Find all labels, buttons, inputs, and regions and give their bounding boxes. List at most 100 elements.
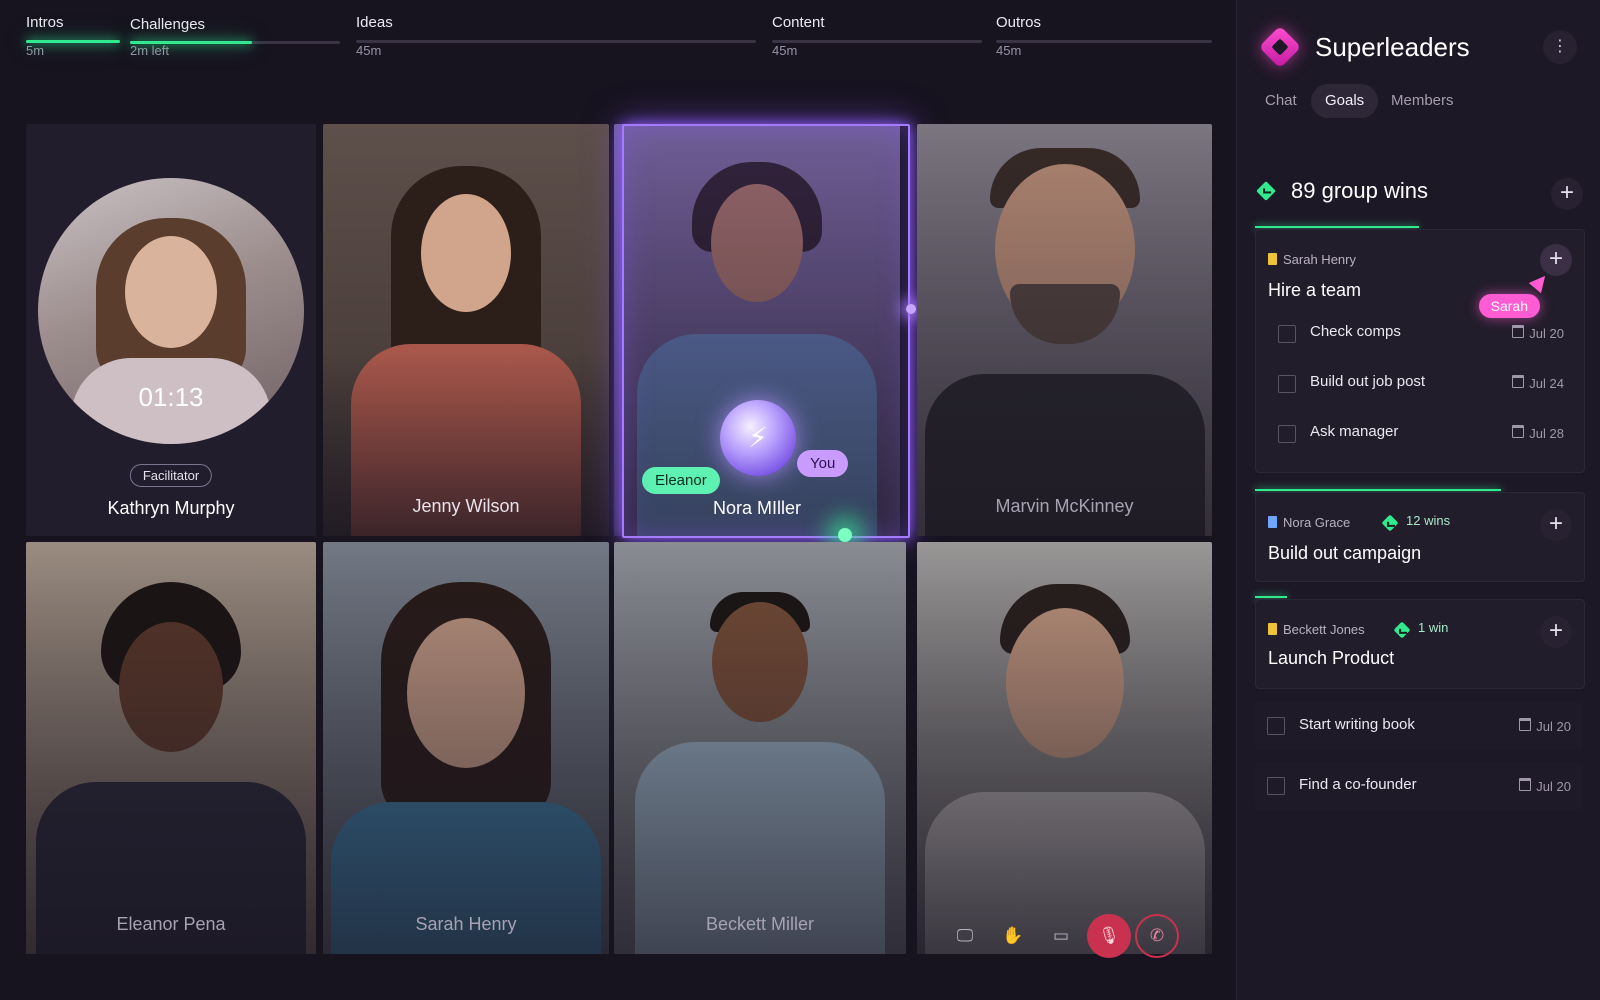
agenda-track bbox=[996, 40, 1212, 43]
agenda-segment-intros[interactable]: Intros 5m bbox=[26, 14, 120, 58]
task-date-text: Jul 28 bbox=[1529, 426, 1564, 441]
agenda-track bbox=[26, 40, 120, 43]
check-diamond-icon bbox=[1256, 181, 1276, 201]
tile-shade bbox=[917, 124, 1212, 536]
video-toggle-button[interactable]: ▭ bbox=[1039, 914, 1083, 958]
goal-progress-bar bbox=[1255, 226, 1419, 228]
task-label: Ask manager bbox=[1310, 423, 1399, 440]
mic-muted-icon: 🎙 bbox=[1098, 926, 1120, 945]
video-tile-eleanor[interactable]: Eleanor Pena bbox=[26, 542, 316, 954]
task-date: Jul 28 bbox=[1512, 425, 1564, 441]
task-checkbox[interactable] bbox=[1267, 717, 1285, 735]
task-label: Start writing book bbox=[1299, 716, 1415, 733]
add-task-button[interactable]: + bbox=[1540, 616, 1572, 648]
video-tile-sarah[interactable]: Sarah Henry bbox=[323, 542, 609, 954]
video-tile-jenny[interactable]: Jenny Wilson bbox=[323, 124, 609, 536]
task-checkbox[interactable] bbox=[1278, 425, 1296, 443]
calendar-icon bbox=[1512, 325, 1525, 338]
goal-owner-name: Beckett Jones bbox=[1283, 622, 1365, 637]
facilitator-face bbox=[125, 236, 217, 348]
agenda-segment-challenges[interactable]: Challenges 2m left bbox=[130, 14, 340, 58]
more-menu-button[interactable]: ⋮ bbox=[1543, 30, 1577, 64]
mic-toggle-button[interactable]: 🎙 bbox=[1087, 914, 1131, 958]
task-label: Check comps bbox=[1310, 323, 1401, 340]
task-row[interactable]: Start writing book Jul 20 bbox=[1255, 702, 1583, 750]
task-row[interactable]: Find a co-founder Jul 20 bbox=[1255, 762, 1583, 810]
participant-name: Sarah Henry bbox=[415, 914, 517, 934]
task-checkbox[interactable] bbox=[1278, 325, 1296, 343]
goal-card[interactable]: Beckett Jones 1 win Launch Product + bbox=[1255, 599, 1585, 689]
goal-card[interactable]: Sarah Henry Hire a team + Sarah Check co… bbox=[1255, 229, 1585, 473]
frame-glow-dot bbox=[906, 304, 916, 314]
goal-owner: Nora Grace bbox=[1268, 515, 1350, 530]
agenda-timeline: Intros 5m Challenges 2m left Ideas 45m C… bbox=[26, 14, 1212, 74]
task-row[interactable]: Build out job post Jul 24 bbox=[1268, 364, 1572, 404]
agenda-segment-content[interactable]: Content 45m bbox=[772, 14, 982, 58]
video-tile-marvin[interactable]: Marvin McKinney bbox=[917, 124, 1212, 536]
add-task-button[interactable]: + bbox=[1540, 509, 1572, 541]
goal-title: Hire a team bbox=[1268, 280, 1362, 300]
task-row[interactable]: Ask manager Jul 28 bbox=[1268, 414, 1572, 454]
group-wins-header: 89 group wins + bbox=[1255, 174, 1585, 214]
participant-name: Kathryn Murphy bbox=[107, 498, 235, 518]
add-goal-button[interactable]: + bbox=[1551, 178, 1583, 210]
screen-share-button[interactable]: 🖵 bbox=[943, 914, 987, 958]
owner-avatar-icon bbox=[1268, 253, 1277, 265]
check-diamond-icon bbox=[1393, 621, 1411, 639]
facilitator-badge: Facilitator bbox=[129, 464, 213, 487]
goal-title: Build out campaign bbox=[1268, 543, 1422, 563]
goal-owner-name: Sarah Henry bbox=[1283, 252, 1356, 267]
tab-members[interactable]: Members bbox=[1377, 84, 1468, 118]
tab-goals[interactable]: Goals bbox=[1311, 84, 1379, 118]
goal-card[interactable]: Nora Grace 12 wins Build out campaign + bbox=[1255, 492, 1585, 582]
check-diamond-icon bbox=[1381, 514, 1399, 532]
agenda-segment-duration: 45m bbox=[356, 43, 382, 58]
agenda-segment-duration: 45m bbox=[772, 43, 798, 58]
owner-avatar-icon bbox=[1268, 623, 1277, 635]
task-label: Find a co-founder bbox=[1299, 776, 1417, 793]
owner-avatar-icon bbox=[1268, 516, 1277, 528]
task-label: Build out job post bbox=[1310, 373, 1426, 390]
raise-hand-button[interactable]: ✋ bbox=[991, 914, 1035, 958]
task-date-text: Jul 20 bbox=[1536, 779, 1571, 794]
task-checkbox[interactable] bbox=[1267, 777, 1285, 795]
end-call-button[interactable]: ✆ bbox=[1135, 914, 1179, 958]
video-camera-icon: ▭ bbox=[1052, 926, 1070, 945]
goals-sidebar: Superleaders ⋮ Chat Goals Members 89 gro… bbox=[1236, 0, 1600, 1000]
tile-shade bbox=[26, 542, 316, 954]
tab-chat[interactable]: Chat bbox=[1251, 84, 1311, 118]
add-task-button[interactable]: + bbox=[1540, 244, 1572, 276]
task-date-text: Jul 24 bbox=[1529, 376, 1564, 391]
task-date: Jul 20 bbox=[1512, 325, 1564, 341]
agenda-segment-duration: 2m left bbox=[130, 43, 170, 58]
agenda-segment-name: Intros bbox=[26, 14, 64, 31]
agenda-segment-ideas[interactable]: Ideas 45m bbox=[356, 14, 756, 58]
frame-glow-dot bbox=[838, 528, 852, 542]
goal-owner: Sarah Henry bbox=[1268, 252, 1356, 267]
goal-owner: Beckett Jones bbox=[1268, 622, 1365, 637]
video-tile-beckett[interactable]: Beckett Miller bbox=[614, 542, 906, 954]
goal-wins: 1 win bbox=[1418, 620, 1449, 635]
brand-name: Superleaders bbox=[1315, 32, 1470, 62]
task-checkbox[interactable] bbox=[1278, 375, 1296, 393]
raise-hand-icon: ✋ bbox=[1002, 926, 1024, 945]
calendar-icon bbox=[1519, 718, 1532, 731]
agenda-progress bbox=[26, 40, 120, 43]
superleaders-logo-icon bbox=[1258, 25, 1302, 69]
video-tile-dan[interactable] bbox=[917, 542, 1212, 954]
task-date: Jul 20 bbox=[1519, 718, 1571, 734]
call-controls: 🖵 ✋ ▭ 🎙 ✆ bbox=[943, 914, 1213, 964]
agenda-segment-outros[interactable]: Outros 45m bbox=[996, 14, 1212, 58]
tile-shade bbox=[323, 124, 609, 536]
video-grid: 01:13 Facilitator Kathryn Murphy Jenny W… bbox=[26, 124, 1212, 966]
agenda-segment-name: Content bbox=[772, 14, 825, 31]
task-date-text: Jul 20 bbox=[1536, 719, 1571, 734]
task-row[interactable]: Check comps Jul 20 bbox=[1268, 314, 1572, 354]
participant-name: Eleanor Pena bbox=[116, 914, 226, 934]
tile-shade bbox=[614, 542, 906, 954]
facilitator-timer: 01:13 bbox=[138, 382, 204, 412]
tile-shade bbox=[323, 542, 609, 954]
calendar-icon bbox=[1512, 425, 1525, 438]
screen-share-icon: 🖵 bbox=[956, 926, 974, 945]
video-tile-facilitator[interactable]: 01:13 Facilitator Kathryn Murphy bbox=[26, 124, 316, 536]
